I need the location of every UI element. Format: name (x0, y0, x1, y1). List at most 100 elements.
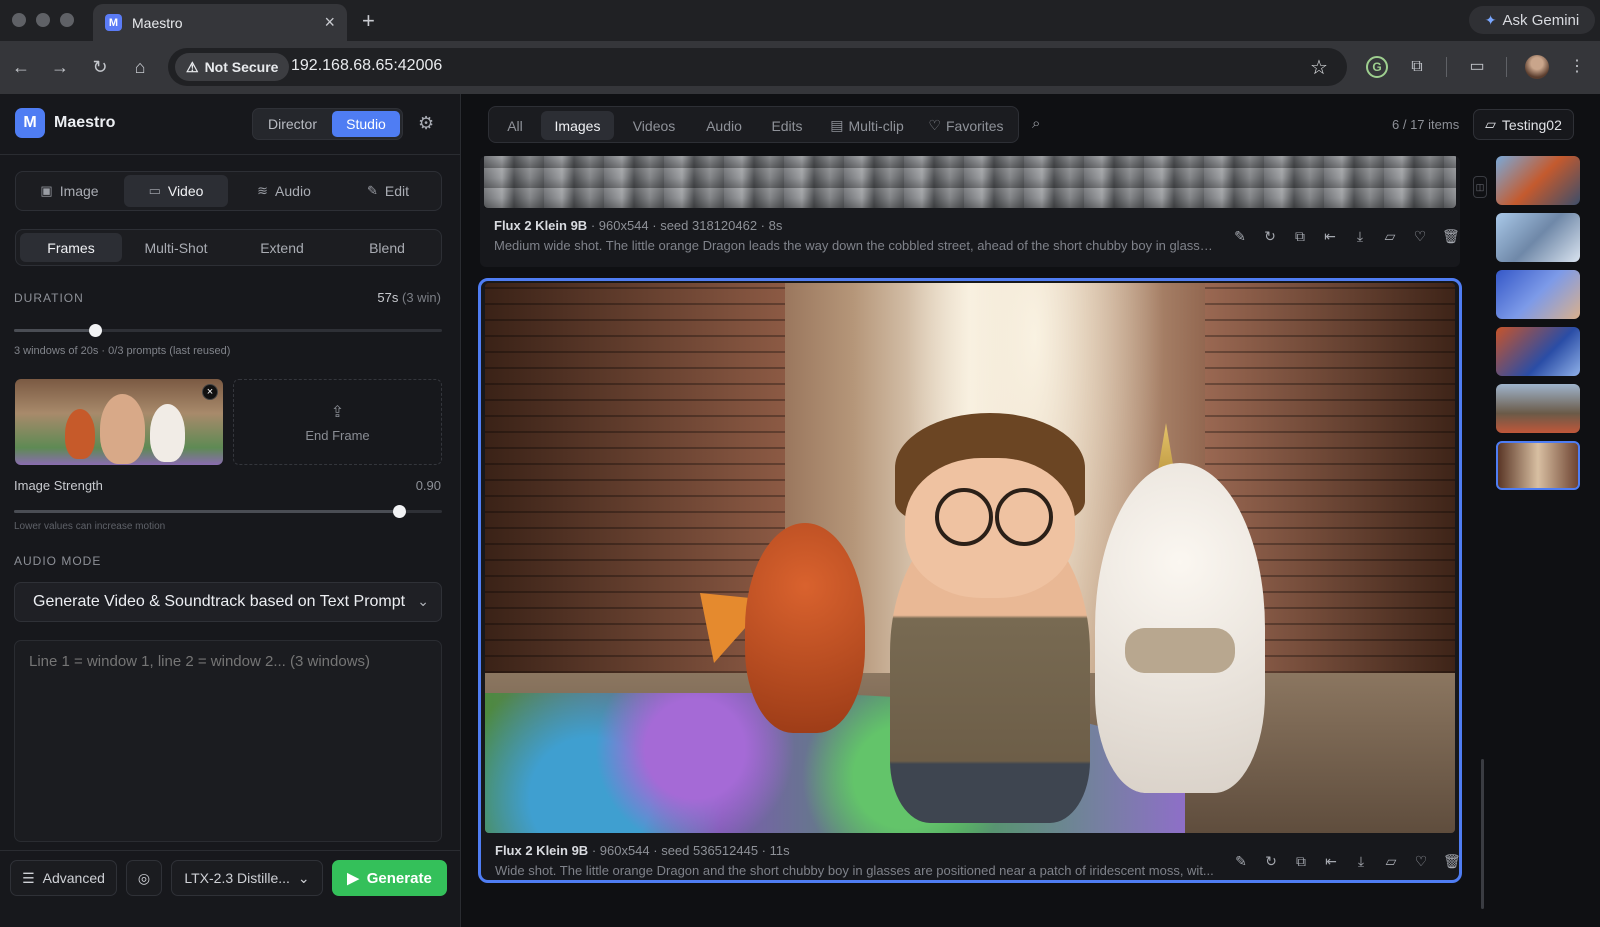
window-close-dot[interactable] (12, 13, 26, 27)
filter-audio[interactable]: Audio (694, 111, 754, 140)
tab-multi-shot[interactable]: Multi-Shot (124, 233, 228, 262)
search-icon[interactable]: ⌕ (1032, 115, 1040, 132)
reload-icon[interactable]: ↻ (88, 55, 112, 79)
duration-slider[interactable] (14, 324, 442, 337)
back-arrow-icon[interactable]: ← (9, 55, 33, 79)
filter-images[interactable]: Images (541, 111, 614, 140)
filter-multi-clip-label: Multi-clip (848, 117, 904, 134)
tab-audio[interactable]: ≋ Audio (232, 175, 336, 207)
image-icon: ▣ (40, 183, 53, 198)
filter-all[interactable]: All (493, 111, 537, 140)
tab-search-icon[interactable]: ▭ (1466, 56, 1488, 78)
forward-arrow-icon[interactable]: → (48, 55, 72, 79)
card-meta: Flux 2 Klein 9B · 960x544 · seed 3181204… (494, 218, 782, 233)
advanced-label: Advanced (42, 870, 105, 886)
model-select[interactable]: LTX-2.3 Distille... ⌄ (171, 860, 323, 896)
thumbnail-selected[interactable] (1496, 441, 1580, 490)
mode-director-button[interactable]: Director (255, 111, 330, 137)
extensions-puzzle-icon[interactable]: ⧉ (1406, 56, 1428, 78)
tab-favicon: M (105, 14, 122, 31)
browser-menu-icon[interactable]: ⋮ (1566, 56, 1588, 78)
remove-start-frame-icon[interactable]: × (202, 384, 218, 400)
tab-extend[interactable]: Extend (230, 233, 334, 262)
image-strength-value: 0.90 (415, 478, 441, 493)
chevron-down-icon: ⌄ (297, 869, 310, 886)
set-frame-icon[interactable]: ⇤ (1323, 853, 1339, 869)
favorite-icon[interactable]: ♡ (1413, 853, 1429, 869)
tab-image[interactable]: ▣ Image (20, 175, 119, 207)
window-minimize-dot[interactable] (36, 13, 50, 27)
image-strength-slider-thumb[interactable] (393, 505, 407, 518)
duration-windows: (3 win) (401, 290, 441, 305)
image-strength-slider-fill (14, 510, 400, 513)
duration-slider-thumb[interactable] (89, 324, 103, 337)
gallery-card-selected[interactable]: Flux 2 Klein 9B · 960x544 · seed 5365124… (478, 278, 1462, 883)
thumb-unicorn (150, 404, 185, 462)
thumbnail[interactable] (1496, 213, 1580, 262)
heart-icon: ♡ (928, 117, 941, 133)
delete-icon[interactable]: 🗑 (1443, 853, 1459, 869)
grammarly-extension-icon[interactable]: G (1366, 56, 1388, 78)
tab-edit-label: Edit (384, 183, 410, 199)
app-name: Maestro (54, 114, 116, 131)
folder-icon: ▱ (1485, 116, 1496, 132)
gemini-sparkle-icon: ✦ (1484, 11, 1497, 28)
filter-videos[interactable]: Videos (617, 111, 691, 140)
gallery-card[interactable]: Flux 2 Klein 9B · 960x544 · seed 3181204… (480, 156, 1460, 267)
window-zoom-dot[interactable] (60, 13, 74, 27)
tab-video[interactable]: ▭ Video (124, 175, 228, 207)
audio-waveform-icon: ≋ (257, 183, 269, 198)
mode-studio-button[interactable]: Studio (332, 111, 400, 137)
regenerate-icon[interactable]: ↻ (1263, 853, 1279, 869)
regenerate-icon[interactable]: ↻ (1262, 228, 1278, 244)
move-to-folder-icon[interactable]: ▱ (1382, 228, 1398, 244)
edit-icon[interactable]: ✎ (1232, 228, 1248, 244)
settings-gear-icon[interactable]: ⚙ (418, 113, 434, 134)
tab-edit[interactable]: ✎ Edit (337, 175, 439, 207)
download-icon[interactable]: ⤓ (1352, 228, 1368, 244)
tab-frames[interactable]: Frames (20, 233, 122, 262)
favorite-icon[interactable]: ♡ (1412, 228, 1428, 244)
prompt-input[interactable] (14, 640, 442, 842)
language-button[interactable]: ◎ (126, 860, 162, 896)
duration-label: DURATION (14, 291, 84, 305)
thumbnail[interactable] (1496, 156, 1580, 205)
tab-blend[interactable]: Blend (335, 233, 439, 262)
copy-icon[interactable]: ⧉ (1292, 228, 1308, 244)
start-frame-image[interactable] (15, 379, 223, 465)
folder-button[interactable]: ▱ Testing02 (1473, 109, 1574, 140)
ask-gemini-button[interactable]: ✦ Ask Gemini (1469, 6, 1595, 34)
tab-close-icon[interactable]: × (324, 13, 335, 31)
audio-mode-select[interactable]: Generate Video & Soundtrack based on Tex… (14, 582, 442, 622)
download-icon[interactable]: ⤓ (1353, 853, 1369, 869)
app-logo: M (15, 108, 45, 138)
duration-value: 57s (3 win) (377, 290, 441, 305)
filter-multi-clip[interactable]: ▤ Multi-clip (820, 111, 914, 140)
delete-icon[interactable]: 🗑 (1442, 228, 1460, 244)
copy-icon[interactable]: ⧉ (1293, 853, 1309, 869)
new-tab-button[interactable]: + (362, 8, 375, 34)
thumbnail[interactable] (1496, 384, 1580, 433)
set-frame-icon[interactable]: ⇤ (1322, 228, 1338, 244)
image-strength-slider[interactable] (14, 505, 442, 518)
collapse-panel-icon[interactable]: ◫ (1473, 176, 1487, 198)
edit-icon[interactable]: ✎ (1233, 853, 1249, 869)
card-actions: ✎ ↻ ⧉ ⇤ ⤓ ▱ ♡ 🗑 (1233, 853, 1459, 869)
url-text[interactable]: 192.168.68.65:42006 (291, 57, 442, 75)
browser-tab[interactable]: M Maestro × (93, 4, 347, 41)
security-chip[interactable]: ⚠ Not Secure (175, 53, 290, 81)
home-icon[interactable]: ⌂ (128, 55, 152, 79)
end-frame-dropzone[interactable]: ⇪ End Frame (233, 379, 442, 465)
profile-avatar[interactable] (1525, 55, 1549, 79)
advanced-button[interactable]: ☰ Advanced (10, 860, 117, 896)
generate-button[interactable]: ▶ Generate (332, 860, 447, 896)
scrollbar-thumb[interactable] (1481, 759, 1484, 909)
move-to-folder-icon[interactable]: ▱ (1383, 853, 1399, 869)
thumbnail[interactable] (1496, 270, 1580, 319)
bookmark-star-icon[interactable]: ☆ (1310, 55, 1328, 80)
filter-edits[interactable]: Edits (757, 111, 817, 140)
filter-favorites[interactable]: ♡ Favorites (917, 111, 1015, 140)
warning-triangle-icon: ⚠ (186, 58, 199, 75)
thumbnail[interactable] (1496, 327, 1580, 376)
duration-hint: 3 windows of 20s · 0/3 prompts (last reu… (14, 345, 231, 357)
